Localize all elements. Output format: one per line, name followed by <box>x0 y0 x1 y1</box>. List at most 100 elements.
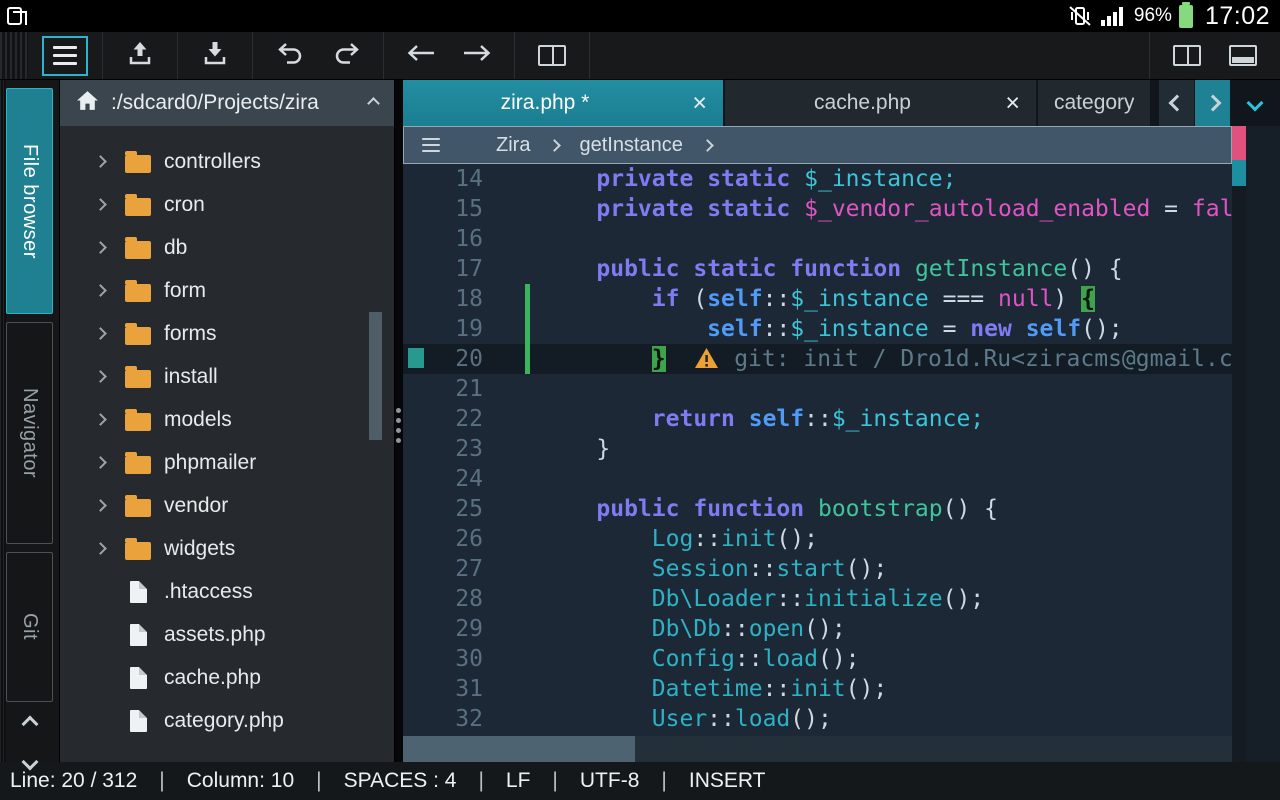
line-number: 22 <box>403 404 501 434</box>
tab-list-button[interactable] <box>1230 80 1280 126</box>
tree-item-db[interactable]: db <box>60 226 394 269</box>
folder-expand-chevron-icon <box>90 329 110 338</box>
tab-scroll-left-button[interactable] <box>1158 80 1194 126</box>
file-tree-scrollbar[interactable] <box>369 312 382 440</box>
close-tab-icon[interactable]: × <box>994 89 1020 118</box>
tree-item-assets-php[interactable]: assets.php <box>60 613 394 656</box>
code-line-23[interactable]: 23 } <box>403 434 1232 464</box>
path-bar[interactable]: :/sdcard0/Projects/zira <box>60 80 394 126</box>
tree-item-phpmailer[interactable]: phpmailer <box>60 441 394 484</box>
vertical-scrollbar[interactable] <box>1232 126 1246 762</box>
folder-icon <box>124 236 152 259</box>
split-view-button[interactable] <box>529 36 575 76</box>
chevron-left-icon <box>1168 95 1185 112</box>
tree-item-vendor[interactable]: vendor <box>60 484 394 527</box>
chevron-right-icon <box>1204 95 1221 112</box>
split-columns-button[interactable] <box>1164 36 1210 76</box>
tree-item-controllers[interactable]: controllers <box>60 140 394 183</box>
undo-button[interactable] <box>267 36 313 76</box>
code-line-29[interactable]: 29 Db\Db::open(); <box>403 614 1232 644</box>
tree-item-cron[interactable]: cron <box>60 183 394 226</box>
h-scrollbar-thumb[interactable] <box>403 736 635 762</box>
menu-button[interactable] <box>42 36 88 76</box>
tree-item-form[interactable]: form <box>60 269 394 312</box>
sidebar-tab-navigator[interactable]: Navigator <box>6 322 53 544</box>
code-line-28[interactable]: 28 Db\Loader::initialize(); <box>403 584 1232 614</box>
panel-splitter[interactable] <box>395 80 403 762</box>
code-text: Session::start(); <box>501 554 887 584</box>
code-line-15[interactable]: 15 private static $_vendor_autoload_enab… <box>403 194 1232 224</box>
tree-item-cache-php[interactable]: cache.php <box>60 656 394 699</box>
tree-item-category-php[interactable]: category.php <box>60 699 394 742</box>
code-text: Log::init(); <box>501 524 818 554</box>
save-button[interactable] <box>192 36 238 76</box>
bottom-panel-button[interactable] <box>1220 36 1266 76</box>
folder-expand-chevron-icon <box>90 286 110 295</box>
redo-button[interactable] <box>323 36 369 76</box>
status-item-3[interactable]: LF <box>506 769 531 793</box>
status-item-4[interactable]: UTF-8 <box>580 769 640 793</box>
code-area[interactable]: 14 private static $_instance;15 private … <box>403 164 1232 736</box>
code-text: } <box>501 434 610 464</box>
code-line-19[interactable]: 19 self::$_instance = new self(); <box>403 314 1232 344</box>
status-item-2[interactable]: SPACES : 4 <box>344 769 457 793</box>
code-line-24[interactable]: 24 <box>403 464 1232 494</box>
breadcrumb-segment[interactable]: Zira <box>496 134 530 157</box>
sidebar-tab-git[interactable]: Git <box>6 552 53 702</box>
sidebar-scroll-up-button[interactable] <box>7 710 53 738</box>
editor-tab-cache-php[interactable]: cache.php× <box>725 80 1038 126</box>
code-line-21[interactable]: 21 <box>403 374 1232 404</box>
close-tab-icon[interactable]: × <box>681 89 707 118</box>
breadcrumb: Zira getInstance <box>403 126 1232 164</box>
v-scrollbar-thumb[interactable] <box>1232 160 1246 186</box>
tab-scroll-right-button[interactable] <box>1194 80 1230 126</box>
bottom-panel-icon <box>1229 45 1257 66</box>
code-line-25[interactable]: 25 public function bootstrap() { <box>403 494 1232 524</box>
upload-button[interactable] <box>117 36 163 76</box>
breadcrumb-menu-icon[interactable] <box>422 138 440 152</box>
line-number: 19 <box>403 314 501 344</box>
editor: zira.php *×cache.php×category.php× Zira g… <box>403 80 1280 762</box>
code-line-26[interactable]: 26 Log::init(); <box>403 524 1232 554</box>
sidebar-tab-file-browser[interactable]: File browser <box>6 88 53 314</box>
status-item-5[interactable]: INSERT <box>689 769 766 793</box>
code-line-22[interactable]: 22 return self::$_instance; <box>403 404 1232 434</box>
item-name: models <box>164 408 232 432</box>
horizontal-scrollbar[interactable] <box>403 736 1232 762</box>
tree-item-forms[interactable]: forms <box>60 312 394 355</box>
folder-icon <box>124 408 152 431</box>
code-text: Db\Db::open(); <box>501 614 846 644</box>
editor-tab-zira-php[interactable]: zira.php *× <box>403 80 725 126</box>
code-line-14[interactable]: 14 private static $_instance; <box>403 164 1232 194</box>
forward-button[interactable] <box>454 36 500 76</box>
code-line-18[interactable]: 18 if (self::$_instance === null) { <box>403 284 1232 314</box>
collapse-path-chevron-icon[interactable] <box>367 97 380 110</box>
code-line-32[interactable]: 32 User::load(); <box>403 704 1232 734</box>
tree-item-install[interactable]: install <box>60 355 394 398</box>
sidebar-scroll-down-button[interactable] <box>7 748 53 776</box>
tree-item-models[interactable]: models <box>60 398 394 441</box>
code-line-31[interactable]: 31 Datetime::init(); <box>403 674 1232 704</box>
status-item-1[interactable]: Column: 10 <box>187 769 294 793</box>
tree-item-htaccess[interactable]: .htaccess <box>60 570 394 613</box>
editor-tabs-list: zira.php *×cache.php×category.php× <box>403 80 1152 126</box>
toolbar <box>0 32 1280 80</box>
code-line-30[interactable]: 30 Config::load(); <box>403 644 1232 674</box>
item-name: cron <box>164 193 205 217</box>
code-line-16[interactable]: 16 <box>403 224 1232 254</box>
code-line-20[interactable]: 20 } git: init / Dro1d.Ru<ziracms@gmail.… <box>403 344 1232 374</box>
status-separator: | <box>316 769 321 793</box>
folder-expand-chevron-icon <box>90 458 110 467</box>
scroll-marker-pink[interactable] <box>1232 126 1246 160</box>
back-button[interactable] <box>398 36 444 76</box>
status-separator: | <box>478 769 483 793</box>
breadcrumb-segment[interactable]: getInstance <box>579 134 682 157</box>
code-text: private static $_instance; <box>501 164 956 194</box>
code-text: private static $_vendor_autoload_enabled… <box>501 194 1232 224</box>
editor-tab-category-php[interactable]: category.php× <box>1038 80 1152 126</box>
code-line-27[interactable]: 27 Session::start(); <box>403 554 1232 584</box>
content: File browser Navigator Git :/sdcard0/Proje… <box>0 80 1280 762</box>
code-line-17[interactable]: 17 public static function getInstance() … <box>403 254 1232 284</box>
editor-status-bar: Line: 20 / 312|Column: 10|SPACES : 4|LF|… <box>0 762 1280 800</box>
tree-item-widgets[interactable]: widgets <box>60 527 394 570</box>
